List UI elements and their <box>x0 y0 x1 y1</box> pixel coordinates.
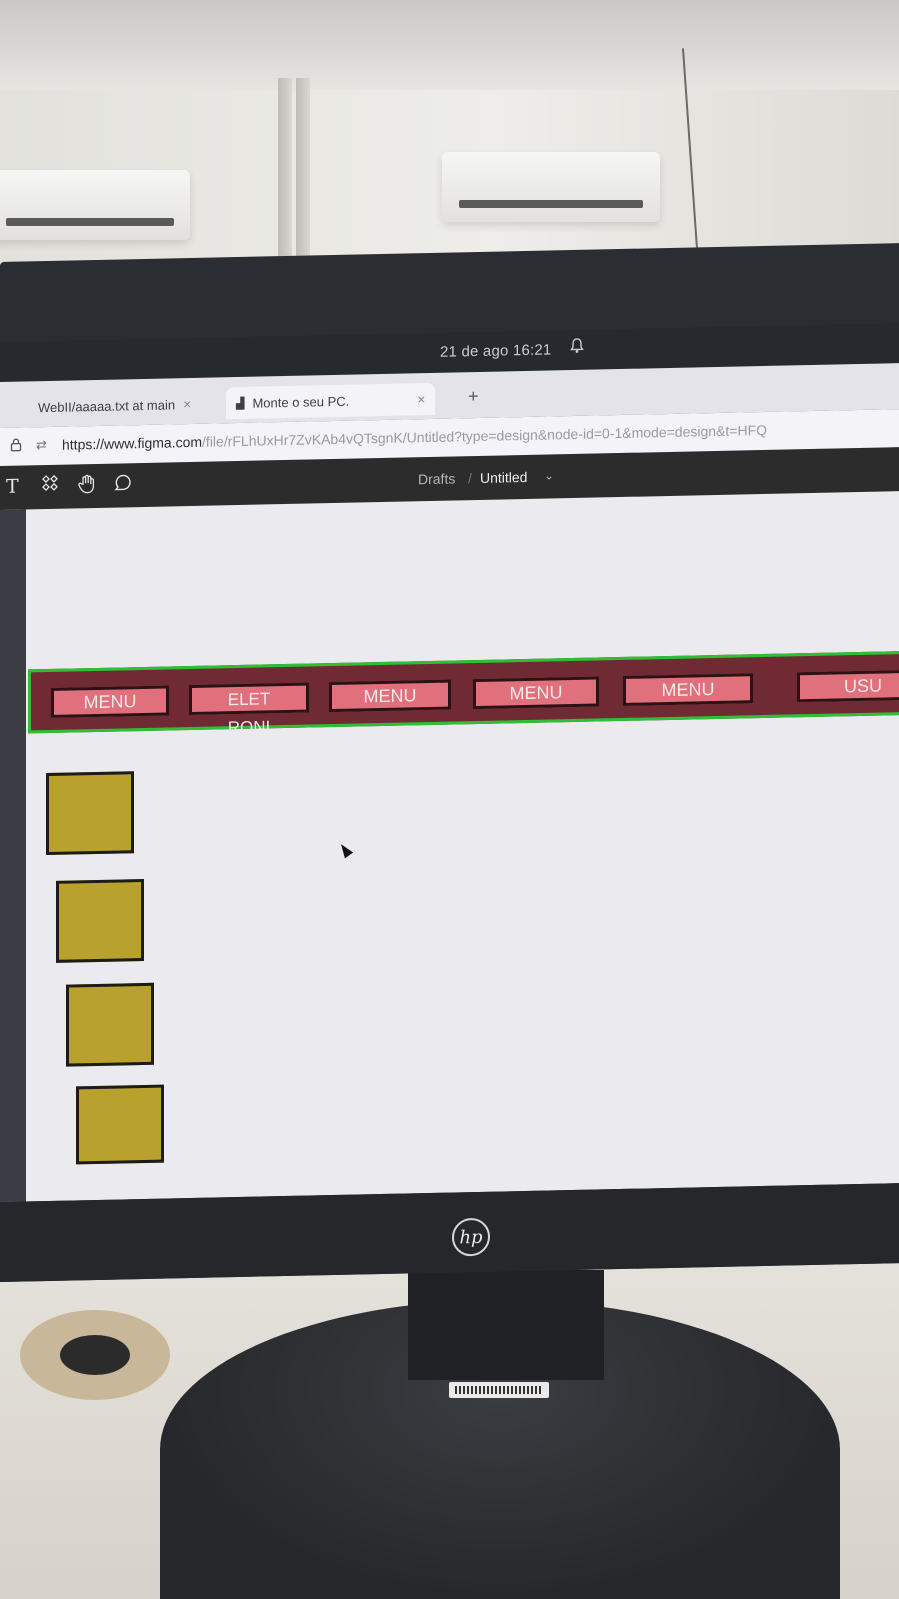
wall-pillar <box>296 78 310 258</box>
browser-tab-monte-pc[interactable]: ▟ Monte o seu PC. × <box>226 382 436 420</box>
url-text[interactable]: https://www.figma.com/file/rFLhUxHr7ZvKA… <box>62 422 767 453</box>
yellow-square[interactable] <box>46 771 134 856</box>
chevron-down-icon[interactable]: ⌄ <box>544 468 554 482</box>
monitor-stand-neck <box>408 1270 604 1380</box>
menu-button-label: MENU <box>661 679 715 701</box>
menu-button-label: MENU <box>83 691 137 713</box>
selected-navbar-frame[interactable]: MENU ELET RONI MENU MENU MENU USU <box>28 650 899 737</box>
close-icon[interactable]: × <box>417 391 425 407</box>
menu-button-label: USU <box>844 675 883 697</box>
monitor: 21 de ago 16:21 WebII/aaaaa.txt at main … <box>0 243 899 1282</box>
yellow-square[interactable] <box>66 982 154 1067</box>
yellow-square[interactable] <box>56 878 144 963</box>
menu-button-label-line2: RONI <box>227 717 271 738</box>
new-tab-button[interactable]: + <box>468 386 479 407</box>
breadcrumb-drafts[interactable]: Drafts <box>418 470 455 487</box>
tab-label: WebII/aaaaa.txt at main <box>38 396 176 415</box>
barcode-sticker <box>449 1382 549 1398</box>
lock-icon[interactable] <box>10 438 22 455</box>
favicon-icon: ▟ <box>236 397 245 410</box>
close-icon[interactable]: × <box>183 396 191 412</box>
menu-button-eletronicos[interactable]: ELET RONI <box>189 682 309 737</box>
clock-label[interactable]: 21 de ago 16:21 <box>440 341 551 360</box>
url-host: https://www.figma.com <box>62 433 203 453</box>
menu-button[interactable]: MENU <box>329 679 451 713</box>
breadcrumb-separator: / <box>468 470 472 487</box>
bell-icon[interactable] <box>570 338 584 359</box>
site-permissions-icon[interactable]: ⇄ <box>36 437 47 453</box>
figma-canvas[interactable]: MENU ELET RONI MENU MENU MENU USU <box>0 491 899 1202</box>
ceiling <box>0 0 899 90</box>
comment-icon[interactable] <box>114 473 132 497</box>
hand-tool-icon[interactable] <box>78 474 96 500</box>
wall-pillar <box>278 78 292 258</box>
menu-button[interactable]: MENU <box>51 685 169 718</box>
menu-button-label: MENU <box>363 685 417 707</box>
left-panel-edge <box>0 509 26 1202</box>
screen: 21 de ago 16:21 WebII/aaaaa.txt at main … <box>0 323 899 1202</box>
components-icon[interactable] <box>42 474 58 497</box>
yellow-square[interactable] <box>76 1084 164 1165</box>
menu-button-label: MENU <box>509 682 563 704</box>
menu-button[interactable]: MENU <box>623 673 753 706</box>
mouse-cursor-icon <box>336 841 354 859</box>
tab-label: Monte o seu PC. <box>252 393 350 411</box>
browser-tab-github[interactable]: WebII/aaaaa.txt at main × <box>38 388 191 423</box>
desk-grommet <box>20 1310 170 1400</box>
air-conditioner <box>0 170 190 240</box>
url-path: /file/rFLhUxHr7ZvKAb4vQTsgnK/Untitled?ty… <box>202 421 768 450</box>
menu-button-label-line1: ELET <box>227 688 271 709</box>
menu-button[interactable]: MENU <box>473 676 599 710</box>
text-tool-icon[interactable]: T <box>6 476 19 498</box>
air-conditioner <box>442 152 660 222</box>
menu-button-usuario[interactable]: USU <box>797 669 899 703</box>
file-title[interactable]: Untitled <box>480 469 527 486</box>
